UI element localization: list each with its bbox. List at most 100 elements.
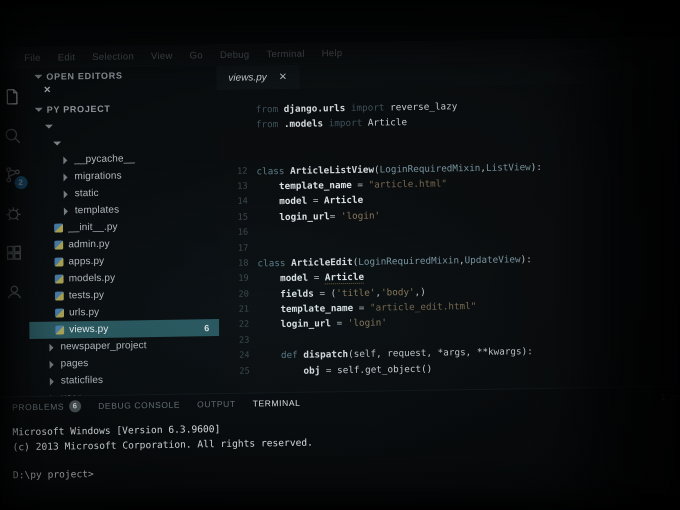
code-token: class <box>256 165 291 177</box>
line-number: 17 <box>237 243 249 254</box>
line-number: 23 <box>238 335 250 346</box>
line-number: 14 <box>237 196 248 208</box>
code-token: = <box>329 210 342 223</box>
line-number: 21 <box>238 304 250 315</box>
menu-item-edit[interactable]: Edit <box>58 52 76 63</box>
python-file-icon <box>55 274 64 283</box>
source-control-badge: 2 <box>14 176 28 190</box>
menu-item-debug[interactable]: Debug <box>220 49 250 60</box>
tab-problems[interactable]: PROBLEMS 6 <box>12 400 82 413</box>
menu-item-terminal[interactable]: Terminal <box>266 48 304 60</box>
search-icon[interactable] <box>2 126 21 145</box>
breadcrumb: newspaper_project > views.py <box>563 44 680 56</box>
open-editor-item[interactable] <box>26 82 216 102</box>
extensions-icon[interactable] <box>4 243 23 262</box>
chevron-right-icon <box>48 377 56 385</box>
code-token: 'login' <box>340 210 381 222</box>
tree-item-label: models.py <box>68 272 116 285</box>
line-source <box>257 226 680 233</box>
chevron-right-icon <box>62 207 70 215</box>
line-number: 16 <box>237 227 249 238</box>
section-py-project-label: PY PROJECT <box>46 103 111 115</box>
code-token: template_name <box>256 179 358 193</box>
code-token: = <box>319 287 331 300</box>
code-token: ): <box>520 254 532 266</box>
code-token: Article <box>323 195 364 207</box>
tree-item-label: __pycache__ <box>74 153 135 166</box>
account-icon[interactable] <box>4 282 23 301</box>
code-token: ArticleListView <box>289 164 375 177</box>
line-number: 12 <box>237 166 248 177</box>
python-file-icon <box>54 223 63 232</box>
code-token: UpdateView <box>464 254 521 267</box>
close-icon[interactable]: ✕ <box>279 71 288 82</box>
line-number: 18 <box>238 258 249 269</box>
code-token: LoginRequiredMixin <box>358 255 460 268</box>
line-number <box>217 156 256 157</box>
line-number <box>217 141 256 142</box>
code-token: def <box>258 349 304 362</box>
bottom-panel: PROBLEMS 6 DEBUG CONSOLE OUTPUT TERMINAL… <box>0 385 680 510</box>
menu-item-view[interactable]: View <box>151 50 173 61</box>
problems-badge: 6 <box>69 400 82 413</box>
tree-item-label: urls.py <box>68 306 100 319</box>
python-file-icon <box>55 325 64 334</box>
menu-item-go[interactable]: Go <box>190 50 203 61</box>
line-number: 22 <box>238 320 250 331</box>
code-token: obj <box>258 364 326 378</box>
code-token: django.urls <box>283 102 351 115</box>
code-token: = <box>313 272 325 284</box>
tree-item-label: pages <box>60 358 89 370</box>
debug-icon[interactable] <box>3 204 22 223</box>
tab-output[interactable]: OUTPUT <box>197 399 236 410</box>
code-token: 'title' <box>336 287 376 299</box>
tab-problems-label: PROBLEMS <box>12 401 65 413</box>
code-token: LoginRequiredMixin <box>379 162 481 176</box>
tab-terminal[interactable]: TERMINAL <box>253 398 301 409</box>
menu-item-help[interactable]: Help <box>322 48 343 59</box>
tree-item-label: staticfiles <box>60 374 104 387</box>
code-token: login_url <box>258 318 337 331</box>
code-token: from <box>255 119 284 131</box>
explorer-icon[interactable] <box>2 87 21 106</box>
tree-item-label: templates <box>74 204 120 217</box>
tree-item-label: newspaper_project <box>60 340 147 353</box>
section-open-editors-label: OPEN EDITORS <box>46 70 123 82</box>
code-token: (self, request, *args, **kwargs): <box>348 346 533 361</box>
close-icon[interactable] <box>45 89 54 98</box>
code-token: ,) <box>414 286 426 298</box>
code-token: from <box>255 103 284 116</box>
line-number: 13 <box>237 181 248 192</box>
tab-views-py[interactable]: views.py ✕ <box>216 64 300 91</box>
python-file-icon <box>55 291 64 300</box>
code-token: = <box>358 302 371 314</box>
chevron-right-icon <box>62 190 70 198</box>
chevron-right-icon <box>47 343 55 351</box>
code-token: .models <box>283 118 329 131</box>
code-token: ArticleEdit <box>291 256 353 269</box>
code-token: = <box>312 195 325 207</box>
line-number: 19 <box>238 273 249 285</box>
line-source <box>256 149 680 156</box>
code-token: 'login' <box>347 317 388 330</box>
line-number <box>217 126 256 127</box>
source-control-icon[interactable]: 2 <box>3 165 28 190</box>
tree-item-badge: 6 <box>204 322 210 333</box>
code-content[interactable]: from django.urls import reverse_lazy from… <box>217 95 680 394</box>
terminal-output[interactable]: Microsoft Windows [Version 6.3.9600] (c) … <box>0 406 680 483</box>
code-token: = <box>357 179 369 191</box>
code-token: 'body' <box>380 286 415 299</box>
tab-debug-console[interactable]: DEBUG CONSOLE <box>98 400 180 411</box>
python-file-icon <box>55 308 64 317</box>
menu-item-selection[interactable]: Selection <box>92 51 134 63</box>
code-token: login_url <box>256 211 330 224</box>
code-token: fields <box>257 288 320 301</box>
terminal-selector[interactable]: 1: cmd <box>660 387 680 407</box>
code-token: Article <box>324 272 365 285</box>
code-token: model <box>257 272 314 285</box>
tab-label: views.py <box>228 71 267 84</box>
line-number: 25 <box>239 366 250 377</box>
menu-item-file[interactable]: File <box>24 52 41 63</box>
line-number <box>217 110 256 111</box>
code-token: class <box>257 257 292 270</box>
